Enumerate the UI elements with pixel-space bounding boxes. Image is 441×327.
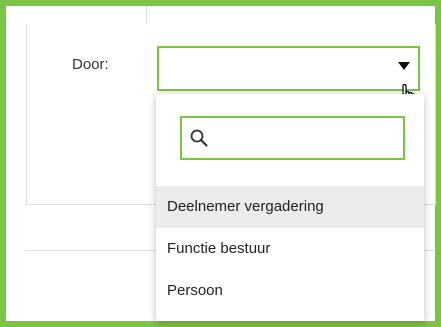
option-persoon[interactable]: Persoon [156,270,424,312]
dropdown-search-input[interactable] [216,122,399,154]
focus-frame: Door: Deelnemer vergadering Functie best… [0,0,441,327]
option-deelnemer-vergadering[interactable]: Deelnemer vergadering [156,186,424,228]
door-dropdown: Deelnemer vergadering Functie bestuur Pe… [156,94,424,321]
option-functie-bestuur[interactable]: Functie bestuur [156,228,424,270]
search-icon [190,129,208,147]
door-select[interactable] [157,46,420,91]
door-label: Door: [72,56,109,73]
dropdown-options: Deelnemer vergadering Functie bestuur Pe… [156,186,424,312]
dropdown-search[interactable] [180,116,405,160]
chevron-down-icon[interactable] [398,62,410,70]
